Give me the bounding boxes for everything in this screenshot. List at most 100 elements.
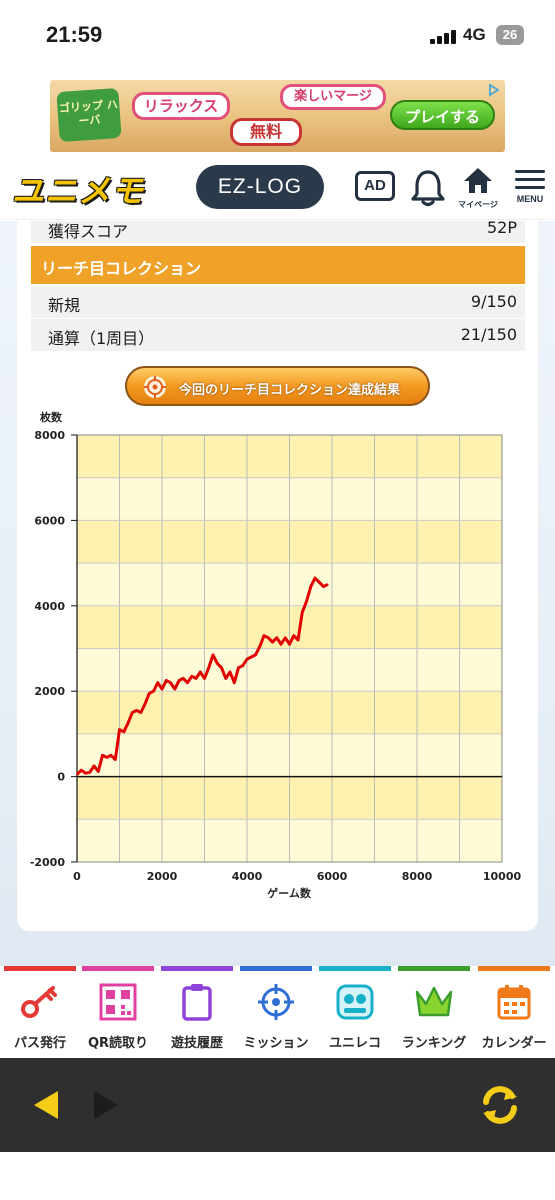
battery-icon: 26 <box>496 25 524 45</box>
browser-toolbar <box>0 1058 555 1152</box>
chart-y-tick-label: 6000 <box>34 514 65 527</box>
chart-data-point <box>288 643 291 646</box>
ad-game-logo: ゴリップ ハーバ <box>56 87 122 143</box>
ad-banner[interactable]: ゴリップ ハーバ リラックス 楽しいマージ 無料 プレイする <box>50 80 505 152</box>
chart-data-point <box>237 666 240 669</box>
chart-data-point <box>195 677 197 680</box>
chart-data-point <box>93 765 95 767</box>
chart-data-point <box>182 677 185 680</box>
chart-data-point <box>250 656 253 658</box>
chart-data-point <box>212 654 214 656</box>
tab-play-history[interactable]: 遊技履歴 <box>157 966 233 1058</box>
tab-label: ユニレコ <box>328 1036 381 1051</box>
chart-y-tick-label: -2000 <box>30 856 66 869</box>
score-label: 獲得スコア <box>48 222 129 241</box>
chart-data-point <box>301 611 304 614</box>
chart-data-point <box>246 658 248 660</box>
chart-data-point <box>76 773 78 776</box>
total-label: 通算（1周目） <box>48 329 155 348</box>
collection-result-button[interactable]: 今回のリーチ目コレクション達成結果 <box>125 366 430 406</box>
tab-stripe <box>82 966 154 971</box>
collection-result-label: 今回のリーチ目コレクション達成結果 <box>179 383 401 398</box>
chart-data-point <box>267 637 270 639</box>
chart-data-point <box>263 634 265 637</box>
chart-data-point <box>110 754 112 757</box>
chart-data-point <box>275 637 278 639</box>
tab-calendar[interactable]: カレンダー <box>474 966 550 1058</box>
menu-button[interactable]: MENU <box>510 170 550 214</box>
menu-label: MENU <box>516 194 544 204</box>
reload-button[interactable] <box>477 1082 523 1128</box>
chart-data-point <box>280 643 282 646</box>
chart-data-point <box>322 585 325 588</box>
bottom-tabbar: パス発行 QR読取り 遊技履歴 ミッション ユニレコ ランキング カレンダー <box>0 966 555 1058</box>
bell-icon[interactable] <box>410 168 446 208</box>
ad-tag-merge: 楽しいマージ <box>280 84 386 110</box>
chart-data-point <box>216 662 219 665</box>
chart-data-point <box>118 728 121 731</box>
chart-data-point <box>220 666 223 669</box>
tab-label: カレンダー <box>481 1036 547 1051</box>
tab-label: 遊技履歴 <box>170 1036 223 1051</box>
tab-unireco[interactable]: ユニレコ <box>315 966 391 1058</box>
tab-stripe <box>4 966 76 971</box>
tab-pass-issue[interactable]: パス発行 <box>0 966 76 1058</box>
tab-mission[interactable]: ミッション <box>236 966 312 1058</box>
home-indicator-area <box>0 1152 555 1200</box>
chart-data-point <box>139 711 142 714</box>
chart-x-tick-label: 2000 <box>147 870 178 883</box>
back-button[interactable] <box>28 1085 68 1125</box>
ad-choices-icon[interactable] <box>487 83 501 97</box>
tab-label: ランキング <box>401 1036 467 1051</box>
chart-data-point <box>292 634 295 637</box>
chart-data-point <box>84 772 87 774</box>
qr-code-icon <box>99 983 137 1021</box>
chart-data-point <box>156 681 159 684</box>
chart-y-tick-label: 0 <box>57 771 65 784</box>
tab-ranking[interactable]: ランキング <box>394 966 470 1058</box>
chart-data-point <box>152 690 155 692</box>
mypage-label: マイページ <box>458 200 498 209</box>
chart-data-point <box>178 679 180 682</box>
chart-data-point <box>241 664 244 667</box>
chart-data-point <box>258 645 261 648</box>
chart-data-point <box>207 666 210 669</box>
chart-data-point <box>305 600 308 603</box>
chart-data-point <box>105 756 108 759</box>
chart-data-point <box>309 585 312 588</box>
tab-stripe <box>240 966 312 971</box>
tab-qr-read[interactable]: QR読取り <box>78 966 154 1058</box>
ad-play-button[interactable]: プレイする <box>390 100 495 130</box>
chart-data-point <box>284 637 287 639</box>
tab-label: パス発行 <box>13 1036 66 1051</box>
total-row: 通算（1周目） 21/150 <box>31 319 525 351</box>
chart-data-point <box>114 758 117 761</box>
ezlog-button[interactable]: EZ-LOG <box>196 165 324 209</box>
signal-icon <box>430 28 458 44</box>
mypage-button[interactable]: マイページ <box>458 166 498 212</box>
site-logo[interactable]: ユニメモ <box>12 166 144 212</box>
total-value: 21/150 <box>460 325 517 344</box>
forward-button[interactable] <box>88 1085 128 1125</box>
section-header: リーチ目コレクション <box>31 246 525 284</box>
status-bar: 21:59 4G 26 <box>0 0 555 70</box>
ad-button[interactable]: AD <box>355 171 395 201</box>
chart-data-point <box>165 679 168 682</box>
new-value: 9/150 <box>470 292 517 311</box>
back-arrow-icon <box>34 1091 58 1119</box>
chart-y-tick-label: 4000 <box>34 600 65 613</box>
chart-data-point <box>203 677 206 680</box>
chart-y-tick-label: 8000 <box>34 429 65 442</box>
section-title: リーチ目コレクション <box>41 259 202 278</box>
chart-data-point <box>229 671 231 673</box>
chart-data-point <box>233 681 236 684</box>
chart-x-tick-label: 0 <box>73 870 81 883</box>
new-label: 新規 <box>48 296 81 315</box>
site-header: ユニメモ EZ-LOG AD マイページ MENU <box>0 158 555 220</box>
clipboard-icon <box>182 984 212 1021</box>
chart-data-point <box>318 581 321 584</box>
chart-data-point <box>131 711 134 714</box>
home-icon <box>464 168 492 193</box>
unireco-badge-icon <box>336 984 374 1020</box>
crosshair-icon <box>258 984 294 1020</box>
